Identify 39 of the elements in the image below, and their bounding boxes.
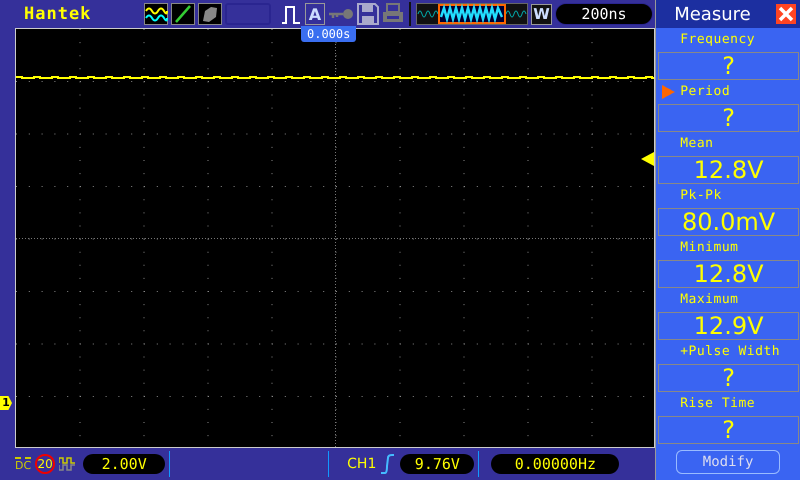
waveform-icon[interactable] xyxy=(144,3,168,25)
volts-per-division-readout: 2.00V xyxy=(83,454,166,474)
save-icon[interactable] xyxy=(357,3,379,25)
measurement-value: ? xyxy=(658,104,799,132)
measurement-value: ? xyxy=(658,52,799,80)
pulse-icon[interactable] xyxy=(280,3,302,25)
channel-marker: 1 xyxy=(0,396,12,410)
square-wave-icon xyxy=(59,456,76,472)
modify-button[interactable]: Modify xyxy=(676,450,780,474)
coupling-indicator: DC xyxy=(15,457,32,471)
trigger-level-readout: 9.76V xyxy=(400,454,474,474)
measurement-label[interactable]: +Pulse Width xyxy=(662,345,780,359)
trigger-position-marker[interactable]: 0.000s xyxy=(301,26,356,42)
measurement-value: 12.9V xyxy=(658,312,799,340)
brand-logo: Hantek xyxy=(24,4,92,24)
panel-title: Measure xyxy=(674,4,751,24)
measurement-label[interactable]: Period xyxy=(662,85,730,99)
close-icon xyxy=(778,6,794,22)
timebase-readout: 200ns xyxy=(555,3,653,25)
measurement-value: ? xyxy=(658,364,799,392)
measurement-label[interactable]: Minimum xyxy=(662,241,738,255)
trigger-source-label: CH1 xyxy=(347,456,376,472)
measurement-label[interactable]: Maximum xyxy=(662,293,738,307)
window-button[interactable]: W xyxy=(531,4,552,24)
measurement-value: 12.8V xyxy=(658,156,799,184)
auto-button[interactable]: A xyxy=(305,3,325,25)
bandwidth-limit-indicator: 20 xyxy=(35,454,56,474)
measurement-label[interactable]: Frequency xyxy=(662,33,756,47)
measurement-label[interactable]: Mean xyxy=(662,137,714,151)
measurement-value: 12.8V xyxy=(658,260,799,288)
persistence-icon[interactable] xyxy=(198,3,222,25)
measurement-value: 80.0mV xyxy=(658,208,799,236)
frequency-readout: 0.00000Hz xyxy=(491,454,620,474)
rising-edge-icon xyxy=(380,454,394,474)
measurement-value: ? xyxy=(658,416,799,444)
measurement-label[interactable]: Pk-Pk xyxy=(662,189,722,203)
close-button[interactable] xyxy=(776,4,796,24)
measurement-label[interactable]: Rise Time xyxy=(662,397,756,411)
waveform-overview-icon[interactable] xyxy=(416,3,528,25)
